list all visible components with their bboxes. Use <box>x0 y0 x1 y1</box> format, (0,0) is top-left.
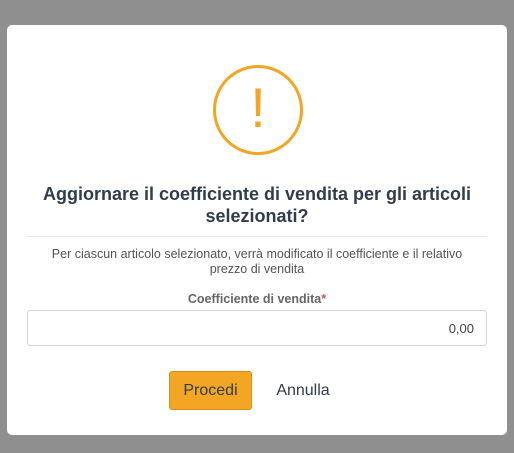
dialog-message: Per ciascun articolo selezionato, verrà … <box>51 247 463 276</box>
exclamation-glyph: ! <box>250 76 266 139</box>
required-marker: * <box>321 292 327 306</box>
dialog-title: Aggiornare il coefficiente di vendita pe… <box>42 184 472 226</box>
divider <box>27 236 487 237</box>
exclamation-icon: ! <box>213 65 303 155</box>
coefficient-label: Coefficiente di vendita* <box>27 292 487 307</box>
coefficient-input[interactable] <box>27 310 487 346</box>
coefficient-label-text: Coefficiente di vendita <box>187 292 322 306</box>
cancel-button[interactable]: Annulla <box>265 371 341 410</box>
confirm-dialog: ! Aggiornare il coefficiente di vendita … <box>7 25 507 435</box>
proceed-button[interactable]: Procedi <box>169 371 252 410</box>
